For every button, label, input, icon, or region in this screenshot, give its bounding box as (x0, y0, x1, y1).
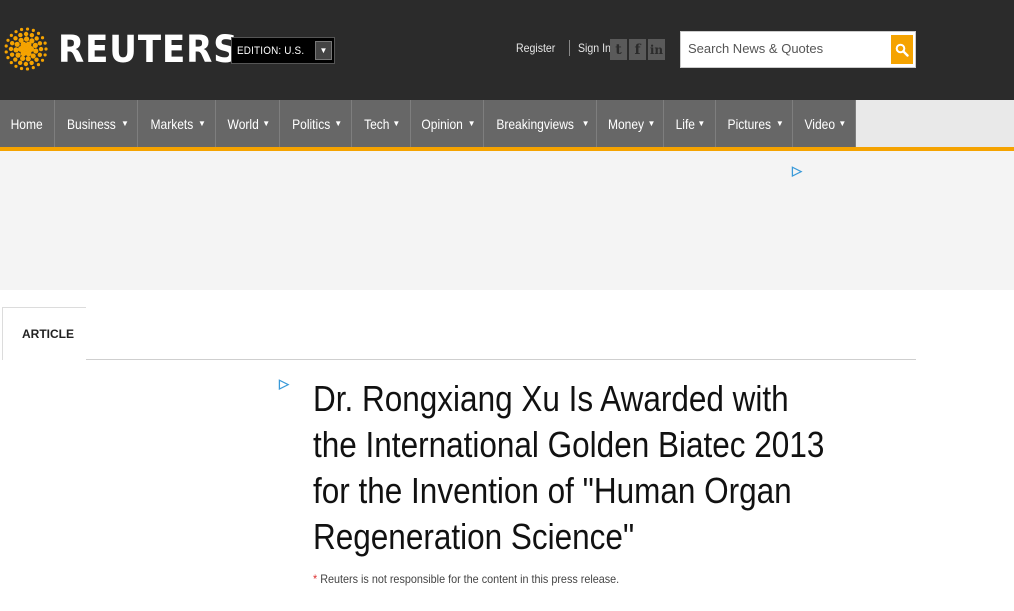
site-header: REUTERS EDITION: U.S. ▼ Register Sign In… (0, 0, 1014, 100)
nav-item-label: Markets (150, 115, 194, 132)
nav-item-label: Politics (291, 115, 331, 132)
adchoices-icon[interactable]: ▷ (792, 163, 802, 179)
nav-item-world[interactable]: World ▼ (216, 100, 280, 147)
nav-item-label: World (227, 115, 259, 132)
nav-item-money[interactable]: Money ▼ (597, 100, 664, 147)
tab-article-label: ARTICLE (22, 327, 74, 341)
caret-down-icon: ▼ (392, 119, 401, 128)
caret-down-icon: ▼ (697, 119, 706, 128)
nav-item-pictures[interactable]: Pictures ▼ (716, 100, 793, 147)
nav-item-label: Business (67, 115, 116, 132)
caret-down-icon: ▼ (334, 119, 343, 128)
nav-item-label: Video (804, 115, 835, 132)
nav-item-politics[interactable]: Politics ▼ (280, 100, 352, 147)
search-box (680, 31, 916, 68)
caret-down-icon: ▼ (838, 119, 847, 128)
tab-article[interactable]: ARTICLE (2, 307, 86, 360)
nav-item-label: Opinion (421, 115, 464, 132)
caret-down-icon: ▼ (467, 119, 476, 128)
caret-down-icon: ▼ (647, 119, 656, 128)
edition-selector[interactable]: EDITION: U.S. ▼ (231, 37, 335, 64)
account-links: Register Sign In (516, 40, 615, 56)
logo-wordmark: REUTERS (58, 27, 239, 71)
nav-item-life[interactable]: Life ▼ (664, 100, 716, 147)
nav-item-home[interactable]: Home (0, 100, 55, 147)
search-input[interactable] (688, 41, 888, 56)
nav-item-breakingviews[interactable]: Breakingviews ▼ (484, 100, 597, 147)
search-button[interactable] (891, 35, 913, 64)
nav-item-tech[interactable]: Tech ▼ (352, 100, 411, 147)
caret-down-icon: ▼ (581, 119, 590, 128)
nav-item-markets[interactable]: Markets ▼ (138, 100, 216, 147)
nav-item-label: Breakingviews (496, 115, 575, 132)
edition-label: EDITION: U.S. (237, 44, 305, 57)
reuters-dots-icon (2, 25, 50, 73)
nav-spacer (856, 100, 1014, 147)
caret-down-icon: ▼ (120, 119, 129, 128)
article-headline: Dr. Rongxiang Xu Is Awarded with the Int… (313, 378, 825, 557)
caret-down-icon: ▼ (262, 119, 271, 128)
linkedin-icon[interactable]: in (648, 39, 665, 60)
reuters-logo[interactable]: REUTERS (2, 20, 254, 78)
twitter-icon[interactable]: t (610, 39, 627, 60)
nav-item-label: Tech (363, 115, 390, 132)
sign-in-link[interactable]: Sign In (578, 41, 611, 55)
search-icon (895, 43, 909, 57)
caret-down-icon: ▼ (775, 119, 784, 128)
ad-banner: ▷ (0, 151, 1014, 290)
register-link[interactable]: Register (516, 41, 555, 55)
nav-item-opinion[interactable]: Opinion ▼ (411, 100, 484, 147)
nav-item-label: Pictures (727, 115, 772, 132)
caret-down-icon: ▼ (197, 119, 206, 128)
press-release-disclaimer: * Reuters is not responsible for the con… (313, 572, 619, 586)
nav-item-label: Money (607, 115, 644, 132)
nav-item-video[interactable]: Video ▼ (793, 100, 856, 147)
nav-item-label: Life (675, 115, 695, 132)
nav-item-business[interactable]: Business ▼ (55, 100, 138, 147)
facebook-icon[interactable]: f (629, 39, 646, 60)
nav-item-label: Home (10, 115, 44, 132)
main-nav: Home Business ▼ Markets ▼ World ▼ Politics ▼ Tech… (0, 100, 1014, 147)
disclaimer-text: Reuters is not responsible for the conte… (317, 572, 620, 586)
chevron-down-icon[interactable]: ▼ (315, 41, 332, 60)
divider (568, 40, 570, 56)
tab-divider (86, 359, 916, 360)
adchoices-icon[interactable]: ▷ (279, 376, 289, 392)
